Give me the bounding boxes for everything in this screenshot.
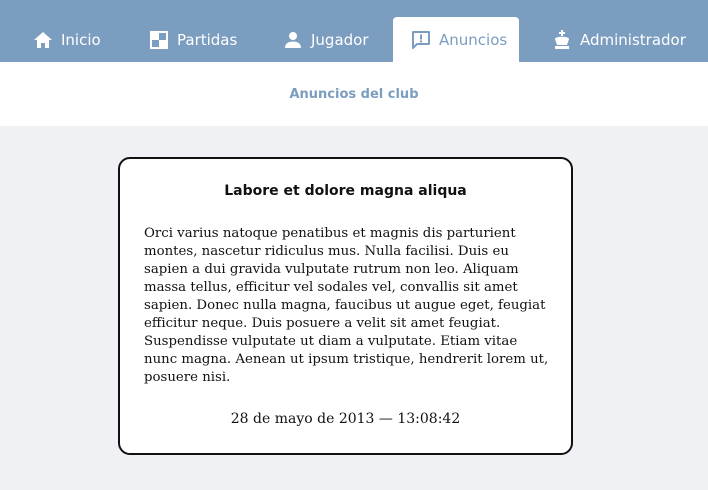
user-icon (283, 30, 303, 50)
top-navigation: Inicio Partidas Jugador Anuncios Adminis… (0, 0, 708, 62)
board-icon (149, 30, 169, 50)
tab-inicio-label: Inicio (61, 30, 101, 49)
tab-anuncios[interactable]: Anuncios (393, 17, 519, 62)
tab-administrador[interactable]: Administrador (552, 17, 686, 62)
section-title: Anuncios del club (289, 86, 419, 102)
home-icon (33, 30, 53, 50)
tab-administrador-label: Administrador (580, 30, 686, 49)
announcement-title: Labore et dolore magna aliqua (224, 183, 467, 199)
tab-partidas-label: Partidas (177, 30, 238, 49)
tab-partidas[interactable]: Partidas (149, 17, 237, 62)
announcement-card: Labore et dolore magna aliqua Orci variu… (118, 157, 573, 455)
tab-anuncios-label: Anuncios (439, 30, 508, 49)
section-header: Anuncios del club (0, 62, 708, 126)
announcement-date: 28 de mayo de 2013 — 13:08:42 (230, 411, 461, 427)
king-icon (552, 29, 572, 50)
announcement-body: Orci varius natoque penatibus et magnis … (144, 226, 549, 385)
announcement-icon (411, 30, 431, 50)
tab-jugador[interactable]: Jugador (283, 17, 369, 62)
tab-jugador-label: Jugador (311, 30, 369, 49)
tab-inicio[interactable]: Inicio (33, 17, 101, 62)
